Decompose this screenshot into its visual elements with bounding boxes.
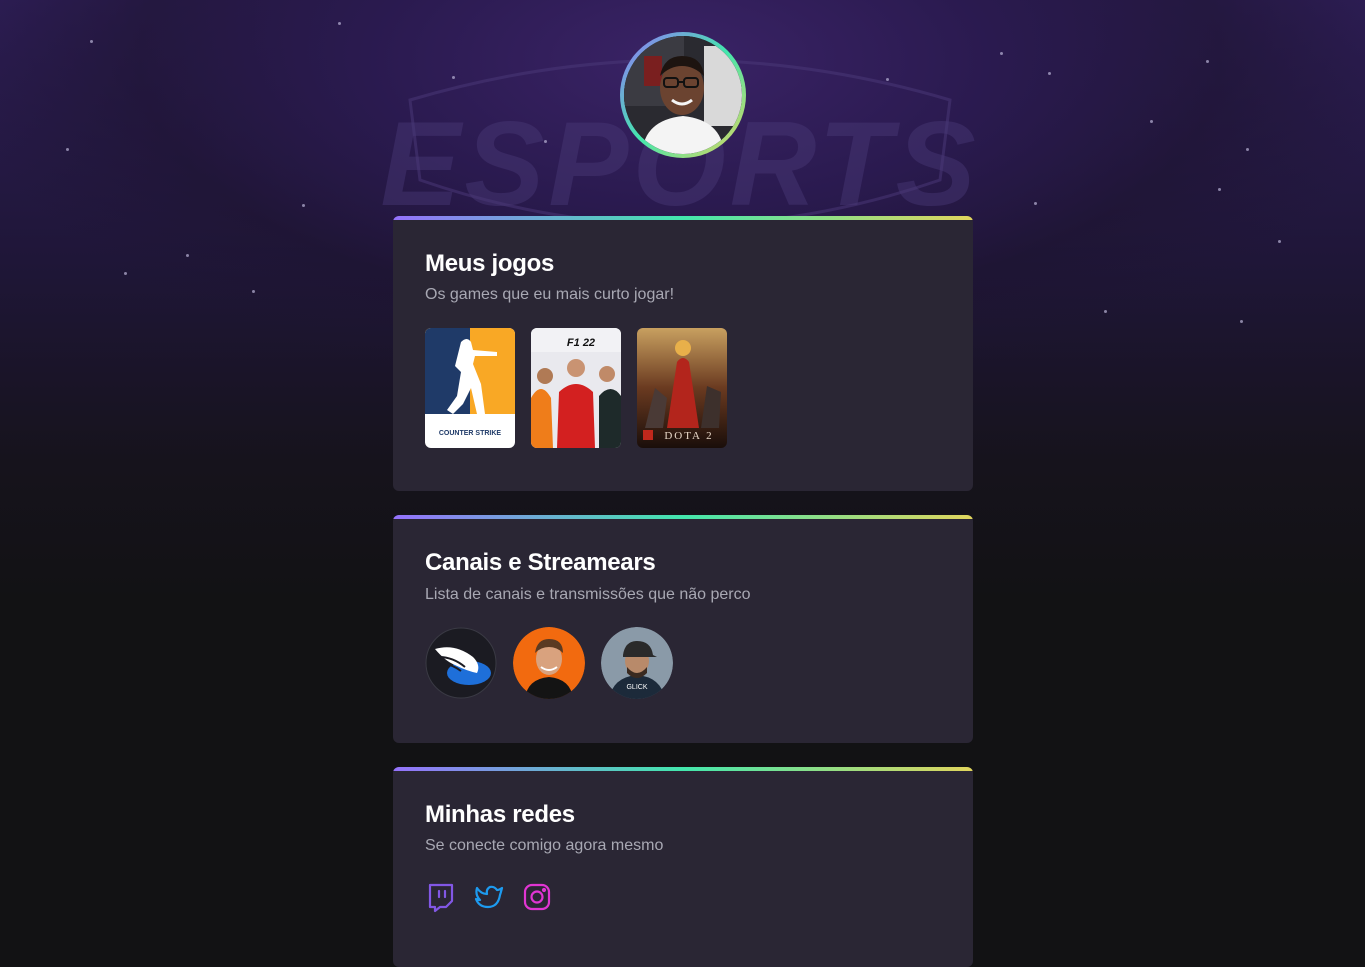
star — [1150, 120, 1153, 123]
star — [252, 290, 255, 293]
streamer-avatar-cap[interactable]: GLICK — [601, 627, 673, 699]
game-cover-f1-22[interactable]: F1 22 — [531, 328, 621, 448]
social-links — [425, 881, 553, 913]
streamers-subtitle: Lista de canais e transmissões que não p… — [425, 586, 751, 603]
streamer-avatar-wing[interactable] — [425, 627, 497, 699]
star — [1000, 52, 1003, 55]
star — [186, 254, 189, 257]
svg-text:COUNTER STRIKE: COUNTER STRIKE — [439, 430, 502, 437]
svg-text:DOTA 2: DOTA 2 — [664, 430, 713, 442]
streamers-title: Canais e Streamears — [425, 549, 656, 576]
instagram-icon[interactable] — [521, 881, 553, 913]
star — [338, 22, 341, 25]
streamer-avatar-orange[interactable] — [513, 627, 585, 699]
star — [1104, 310, 1107, 313]
game-cover-counter-strike[interactable]: COUNTER STRIKE — [425, 328, 515, 448]
streamers-card: Canais e Streamears Lista de canais e tr… — [393, 515, 973, 743]
twitter-icon[interactable] — [473, 881, 505, 913]
star — [1240, 320, 1243, 323]
streamers-list: GLICK — [425, 627, 673, 699]
svg-text:F1 22: F1 22 — [567, 337, 595, 349]
game-cover-dota-2[interactable]: DOTA 2 — [637, 328, 727, 448]
games-title: Meus jogos — [425, 250, 555, 277]
social-subtitle: Se conecte comigo agora mesmo — [425, 837, 664, 854]
svg-text:GLICK: GLICK — [626, 684, 647, 691]
profile-photo — [624, 36, 742, 154]
star — [1206, 60, 1209, 63]
star — [1218, 188, 1221, 191]
games-card: Meus jogos Os games que eu mais curto jo… — [393, 216, 973, 491]
games-list: COUNTER STRIKE F1 22 DOTA 2 — [425, 328, 727, 448]
star — [1034, 202, 1037, 205]
profile-avatar[interactable] — [620, 32, 746, 158]
games-subtitle: Os games que eu mais curto jogar! — [425, 286, 675, 303]
star — [90, 40, 93, 43]
star — [124, 272, 127, 275]
social-title: Minhas redes — [425, 801, 575, 828]
star — [66, 148, 69, 151]
star — [1278, 240, 1281, 243]
twitch-icon[interactable] — [425, 881, 457, 913]
star — [1246, 148, 1249, 151]
social-card: Minhas redes Se conecte comigo agora mes… — [393, 767, 973, 967]
star — [1048, 72, 1051, 75]
star — [302, 204, 305, 207]
